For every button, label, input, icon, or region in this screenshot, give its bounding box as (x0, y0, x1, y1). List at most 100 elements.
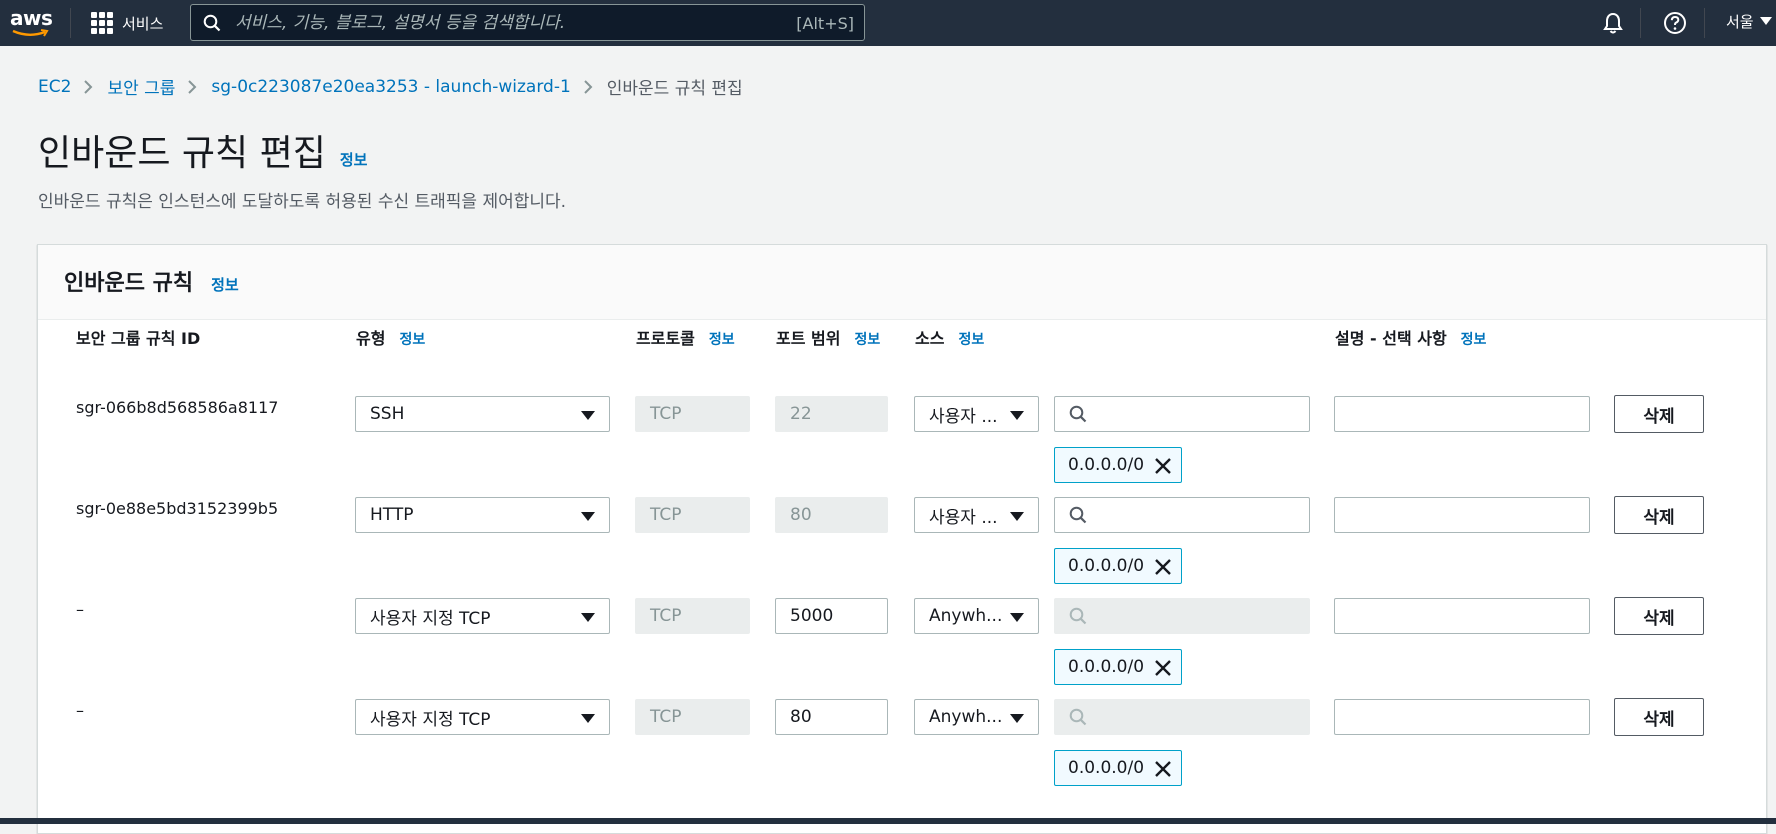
type-select[interactable]: SSH (355, 396, 610, 432)
cidr-value: 0.0.0.0/0 (1068, 556, 1145, 576)
protocol-field: TCP (635, 598, 750, 634)
type-select[interactable]: 사용자 지정 TCP (355, 598, 610, 634)
protocol-field: TCP (635, 396, 750, 432)
panel-info-link[interactable]: 정보 (211, 274, 239, 295)
delete-button[interactable]: 삭제 (1614, 698, 1704, 736)
type-select[interactable]: HTTP (355, 497, 610, 533)
rule-id: – (76, 701, 84, 720)
column-header-label: 설명 - 선택 사항 (1335, 329, 1447, 348)
description-info-link[interactable]: 정보 (1461, 332, 1487, 348)
cidr-search-input[interactable] (1054, 396, 1310, 432)
caret-down-icon (581, 411, 595, 420)
port-range-input[interactable]: 80 (775, 699, 888, 735)
description-input[interactable] (1334, 699, 1590, 735)
chevron-right-icon (583, 79, 593, 95)
help-icon[interactable] (1662, 10, 1688, 36)
search-icon (1069, 607, 1087, 625)
cidr-search-input-disabled (1054, 699, 1310, 735)
caret-down-icon (1010, 714, 1024, 723)
caret-down-icon (1759, 17, 1772, 25)
delete-button[interactable]: 삭제 (1614, 395, 1704, 433)
breadcrumb-security-group-id[interactable]: sg-0c223087e20ea3253 - launch-wizard-1 (211, 77, 570, 97)
cidr-token: 0.0.0.0/0 (1054, 750, 1182, 786)
breadcrumb-security-groups[interactable]: 보안 그룹 (107, 74, 175, 99)
type-value: HTTP (370, 505, 414, 525)
cidr-value: 0.0.0.0/0 (1068, 455, 1145, 475)
description-input[interactable] (1334, 497, 1590, 533)
source-select[interactable]: Anywh... (914, 598, 1039, 634)
column-header-label: 유형 (356, 329, 386, 348)
inbound-rules-panel: 인바운드 규칙 정보 (37, 244, 1767, 834)
caret-down-icon (581, 613, 595, 622)
caret-down-icon (1010, 512, 1024, 521)
search-icon (203, 14, 221, 32)
search-input[interactable] (235, 10, 755, 35)
source-select[interactable]: 사용자 ... (914, 396, 1039, 432)
port-range-field: 80 (775, 497, 888, 533)
region-selector[interactable]: 서울 (1726, 0, 1772, 42)
bell-icon[interactable] (1600, 10, 1626, 36)
column-header-label: 포트 범위 (776, 329, 841, 348)
close-icon[interactable] (1153, 759, 1173, 779)
cidr-token: 0.0.0.0/0 (1054, 649, 1182, 685)
delete-button[interactable]: 삭제 (1614, 597, 1704, 635)
port-info-link[interactable]: 정보 (854, 332, 880, 348)
cidr-value: 0.0.0.0/0 (1068, 657, 1145, 677)
chevron-right-icon (187, 79, 197, 95)
source-select[interactable]: 사용자 ... (914, 497, 1039, 533)
global-search[interactable]: [Alt+S] (190, 4, 865, 41)
window-bottom-edge (0, 818, 1776, 824)
source-info-link[interactable]: 정보 (958, 332, 984, 348)
description-input[interactable] (1334, 396, 1590, 432)
services-menu-button[interactable]: 서비스 (91, 0, 163, 46)
column-header-rule-id: 보안 그룹 규칙 ID (76, 326, 200, 351)
column-header-label: 프로토콜 (636, 329, 695, 348)
rule-id: sgr-0e88e5bd3152399b5 (76, 499, 279, 518)
rule-id: – (76, 600, 84, 619)
type-info-link[interactable]: 정보 (399, 332, 425, 348)
search-shortcut: [Alt+S] (796, 14, 854, 33)
type-value: SSH (370, 404, 405, 424)
rule-id: sgr-066b8d568586a8117 (76, 398, 279, 417)
page-title: 인바운드 규칙 편집 (38, 133, 326, 174)
port-range-input[interactable]: 5000 (775, 598, 888, 634)
source-value: Anywh... (929, 606, 1003, 626)
nav-divider (70, 8, 71, 38)
nav-divider (1640, 8, 1641, 38)
column-header-protocol: 프로토콜 정보 (636, 326, 746, 353)
source-select[interactable]: Anywh... (914, 699, 1039, 735)
chevron-right-icon (83, 79, 93, 95)
close-icon[interactable] (1153, 557, 1173, 577)
protocol-field: TCP (635, 497, 750, 533)
cidr-value: 0.0.0.0/0 (1068, 758, 1145, 778)
top-navigation: aws 서비스 [Alt+S] 서울 (0, 0, 1776, 46)
column-header-description: 설명 - 선택 사항 정보 (1335, 326, 1486, 353)
breadcrumb-current: 인바운드 규칙 편집 (606, 79, 743, 99)
cidr-search-input[interactable] (1054, 497, 1310, 533)
breadcrumb: EC2 보안 그룹 sg-0c223087e20ea3253 - launch-… (38, 74, 743, 100)
protocol-info-link[interactable]: 정보 (709, 332, 735, 348)
column-header-label: 소스 (915, 329, 945, 348)
delete-button[interactable]: 삭제 (1614, 496, 1704, 534)
search-icon (1069, 708, 1087, 726)
page-info-link[interactable]: 정보 (340, 149, 368, 170)
close-icon[interactable] (1153, 456, 1173, 476)
type-select[interactable]: 사용자 지정 TCP (355, 699, 610, 735)
cidr-search-input-disabled (1054, 598, 1310, 634)
description-input[interactable] (1334, 598, 1590, 634)
services-label: 서비스 (122, 14, 164, 33)
region-label: 서울 (1726, 12, 1754, 31)
grid-icon (91, 12, 113, 34)
source-value: 사용자 ... (929, 406, 998, 427)
caret-down-icon (581, 714, 595, 723)
page-header: 인바운드 규칙 편집 정보 (38, 124, 367, 176)
aws-logo[interactable]: aws (10, 6, 53, 38)
protocol-field: TCP (635, 699, 750, 735)
close-icon[interactable] (1153, 658, 1173, 678)
page-description: 인바운드 규칙은 인스턴스에 도달하도록 허용된 수신 트래픽을 제어합니다. (38, 192, 567, 212)
source-value: 사용자 ... (929, 507, 998, 528)
type-value: 사용자 지정 TCP (370, 608, 491, 629)
panel-title: 인바운드 규칙 (64, 271, 194, 296)
cidr-token: 0.0.0.0/0 (1054, 548, 1182, 584)
breadcrumb-ec2[interactable]: EC2 (38, 77, 71, 97)
